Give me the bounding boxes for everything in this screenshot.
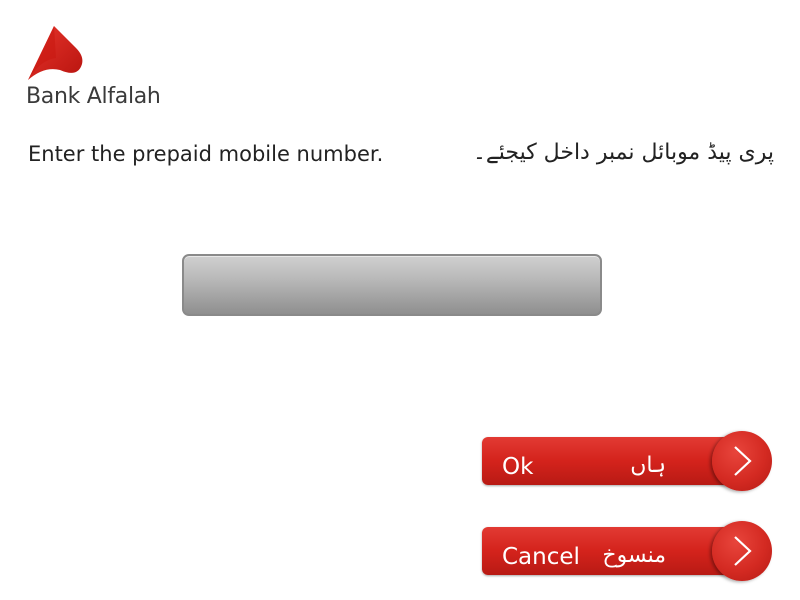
cancel-label-english: Cancel <box>502 544 580 570</box>
bank-name: Bank Alfalah <box>26 84 161 109</box>
cancel-chevron-circle[interactable] <box>712 521 772 581</box>
ok-button[interactable]: Ok ہاں <box>482 431 772 491</box>
cancel-button[interactable]: Cancel منسوخ <box>482 521 772 581</box>
ok-label-english: Ok <box>502 454 534 480</box>
cancel-label-urdu: منسوخ <box>602 543 666 568</box>
ok-label-urdu: ہاں <box>630 453 666 478</box>
ok-button-bar: Ok ہاں <box>482 437 744 485</box>
chevron-right-icon <box>734 446 752 476</box>
mobile-number-input[interactable] <box>182 254 602 316</box>
prompt-english: Enter the prepaid mobile number. <box>28 142 384 166</box>
bank-alfalah-logo-icon <box>28 26 83 80</box>
cancel-button-bar: Cancel منسوخ <box>482 527 744 575</box>
prompt-urdu: پری پیڈ موبائل نمبر داخل کیجئے۔ <box>472 140 774 165</box>
atm-screen: Bank Alfalah Enter the prepaid mobile nu… <box>0 0 800 600</box>
chevron-right-icon <box>734 536 752 566</box>
ok-chevron-circle[interactable] <box>712 431 772 491</box>
